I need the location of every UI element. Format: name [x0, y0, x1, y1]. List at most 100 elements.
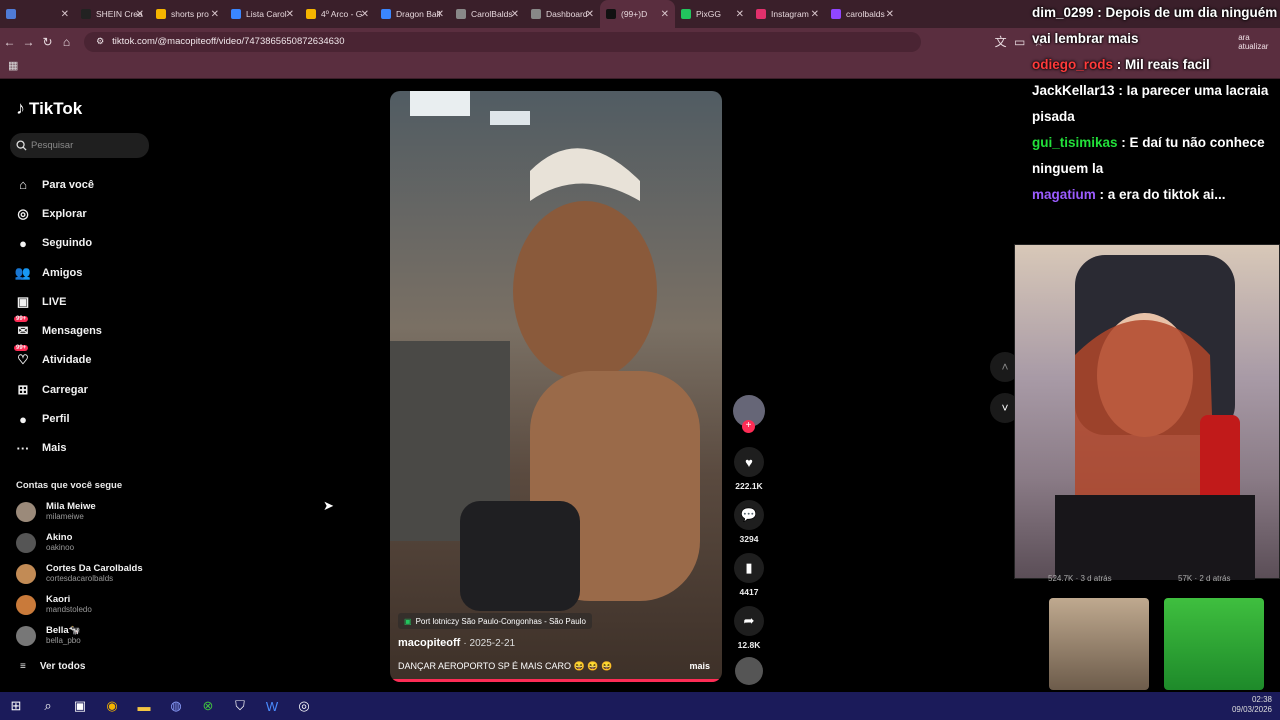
close-tab-icon[interactable]: ✕	[511, 9, 519, 20]
tiktok-note-icon: ♪	[16, 98, 25, 118]
sidebar-item-amigos[interactable]: 👥 Amigos	[14, 258, 102, 287]
comment-count: 3294	[739, 534, 759, 544]
browser-tab[interactable]: SHEIN Crea ✕	[75, 0, 150, 28]
browser-tab[interactable]: Dashboard ✕	[525, 0, 600, 28]
apps-grid-icon[interactable]: ▦	[8, 59, 18, 72]
creator-avatar[interactable]: +	[733, 395, 765, 433]
browser-tab[interactable]: Lista Carol ✕	[225, 0, 300, 28]
comment-button[interactable]: 💬	[734, 500, 764, 530]
like-button[interactable]: ♥	[734, 447, 764, 477]
close-tab-icon[interactable]: ✕	[661, 9, 669, 20]
task-view-icon[interactable]: ▣	[64, 692, 96, 720]
cast-icon[interactable]: ▭	[1010, 35, 1029, 49]
forward-icon[interactable]: →	[19, 35, 38, 49]
activity-icon: 99+ ♡	[14, 345, 29, 368]
sidebar-item-para-você[interactable]: ⌂ Para você	[14, 170, 102, 199]
thumbnail-2[interactable]	[1164, 598, 1264, 690]
sidebar-item-perfil[interactable]: ● Perfil	[14, 404, 102, 433]
close-tab-icon[interactable]: ✕	[136, 9, 144, 20]
sidebar-item-mais[interactable]: ··· Mais	[14, 434, 102, 463]
browser-tab[interactable]: (99+)D ✕	[600, 0, 675, 28]
followed-account[interactable]: Akino oakinoo	[16, 533, 74, 553]
followed-account[interactable]: Kaori mandstoledo	[16, 595, 92, 615]
save-button[interactable]: ▮	[734, 553, 764, 583]
browser-tab[interactable]: carolbalds ✕	[825, 0, 900, 28]
sidebar-item-explorar[interactable]: ◎ Explorar	[14, 199, 102, 228]
followed-account[interactable]: Bella🐄 bella_pbo	[16, 626, 81, 646]
close-tab-icon[interactable]: ✕	[211, 9, 219, 20]
close-tab-icon[interactable]: ✕	[286, 9, 294, 20]
chat-username: magatium	[1032, 187, 1096, 202]
browser-tab[interactable]: Dragon Ball ✕	[375, 0, 450, 28]
sidebar-item-mensagens[interactable]: 99+ ✉ Mensagens	[14, 316, 102, 345]
video-caption: DANÇAR AEROPORTO SP É MAIS CARO 😆 😆 😆	[398, 661, 613, 671]
follow-plus-icon[interactable]: +	[742, 420, 755, 433]
chat-text: a era do tiktok ai...	[1107, 187, 1226, 202]
webcam-frame	[1055, 255, 1255, 580]
more-caption-button[interactable]: mais	[689, 661, 710, 671]
close-tab-icon[interactable]: ✕	[586, 9, 594, 20]
site-info-icon[interactable]: ⚙	[96, 36, 104, 47]
search-input[interactable]: Pesquisar	[10, 133, 149, 158]
close-tab-icon[interactable]: ✕	[811, 9, 819, 20]
sidebar-item-label: Para você	[42, 178, 94, 191]
xbox-icon[interactable]: ⊗	[192, 692, 224, 720]
mouse-cursor-icon: ➤	[323, 498, 334, 513]
search-taskbar-icon[interactable]: ⌕	[32, 692, 64, 720]
chat-text: Mil reais facil	[1125, 57, 1210, 72]
music-disc[interactable]	[735, 657, 763, 685]
obs-icon[interactable]: ◎	[288, 692, 320, 720]
tab-label: CarolBalds	[471, 9, 513, 19]
browser-tab[interactable]: PixGG ✕	[675, 0, 750, 28]
tiktok-logo[interactable]: ♪ TikTok	[16, 98, 82, 119]
system-clock[interactable]: 02:38 09/03/2026	[1232, 695, 1272, 715]
close-tab-icon[interactable]: ✕	[361, 9, 369, 20]
windows-start-icon[interactable]: ⊞	[0, 692, 32, 720]
close-tab-icon[interactable]: ✕	[436, 9, 444, 20]
location-tag[interactable]: ▣ Port lotniczy São Paulo-Congonhas - Sã…	[398, 613, 592, 629]
chat-username: gui_tisimikas	[1032, 135, 1118, 150]
sidebar-item-carregar[interactable]: ⊞ Carregar	[14, 375, 102, 404]
share-button[interactable]: ➦	[734, 606, 764, 636]
thumbnail-1[interactable]	[1049, 598, 1149, 690]
browser-tab[interactable]: CarolBalds ✕	[450, 0, 525, 28]
browser-tab[interactable]: 4º Arco - G ✕	[300, 0, 375, 28]
account-handle: bella_pbo	[46, 636, 81, 645]
browser-tab[interactable]: shorts pro ✕	[150, 0, 225, 28]
file-explorer-icon[interactable]: ▬	[128, 692, 160, 720]
tab-label: carolbalds	[846, 9, 885, 19]
tab-favicon-icon	[231, 9, 241, 19]
discord-icon[interactable]: ◍	[160, 692, 192, 720]
close-tab-icon[interactable]: ✕	[736, 9, 744, 20]
action-column: + ♥ 222.1K 💬 3294 ▮ 4417 ➦ 12.8K	[733, 395, 765, 685]
video-player[interactable]: ▣ Port lotniczy São Paulo-Congonhas - Sã…	[390, 91, 722, 682]
sidebar-item-label: Explorar	[42, 207, 87, 220]
browser-tab[interactable]: Instagram ✕	[750, 0, 825, 28]
post-date: 2025-2-21	[469, 638, 516, 649]
browser-tab[interactable]: ✕	[0, 0, 75, 28]
tab-label: Dashboard	[546, 9, 588, 19]
word-icon[interactable]: W	[256, 692, 288, 720]
sidebar-item-seguindo[interactable]: ● Seguindo	[14, 229, 102, 258]
see-all-link[interactable]: ≡ Ver todos	[20, 661, 85, 672]
chrome-icon[interactable]: ◉	[96, 692, 128, 720]
chat-message: JackKellar13 : Ia parecer uma lacraia pi…	[1032, 83, 1269, 124]
reload-icon[interactable]: ↻	[38, 35, 57, 49]
video-progress-bar[interactable]	[390, 679, 722, 682]
author-line[interactable]: macopiteoff · 2025-2-21	[398, 637, 515, 649]
back-icon[interactable]: ←	[0, 35, 19, 49]
sidebar-item-atividade[interactable]: 99+ ♡ Atividade	[14, 345, 102, 375]
shield-icon[interactable]: ⛉	[224, 692, 256, 720]
followed-account[interactable]: Mila Meiwe milameiwe	[16, 502, 96, 522]
avatar	[16, 533, 36, 553]
url-field[interactable]: ⚙ tiktok.com/@macopiteoff/video/74738656…	[84, 31, 922, 52]
translate-icon[interactable]: 文	[991, 33, 1010, 50]
close-tab-icon[interactable]: ✕	[61, 9, 69, 20]
close-tab-icon[interactable]: ✕	[886, 9, 894, 20]
stream-chat-overlay: dim_0299 : Depois de um dia ninguém vai …	[1032, 0, 1280, 245]
heart-icon: ♥	[745, 454, 753, 470]
chat-username: odiego_rods	[1032, 57, 1114, 72]
followed-account[interactable]: Cortes Da Carolbalds cortesdacarolbalds	[16, 564, 143, 584]
home-browser-icon[interactable]: ⌂	[57, 35, 76, 49]
sidebar-item-live[interactable]: ▣ LIVE	[14, 287, 102, 316]
